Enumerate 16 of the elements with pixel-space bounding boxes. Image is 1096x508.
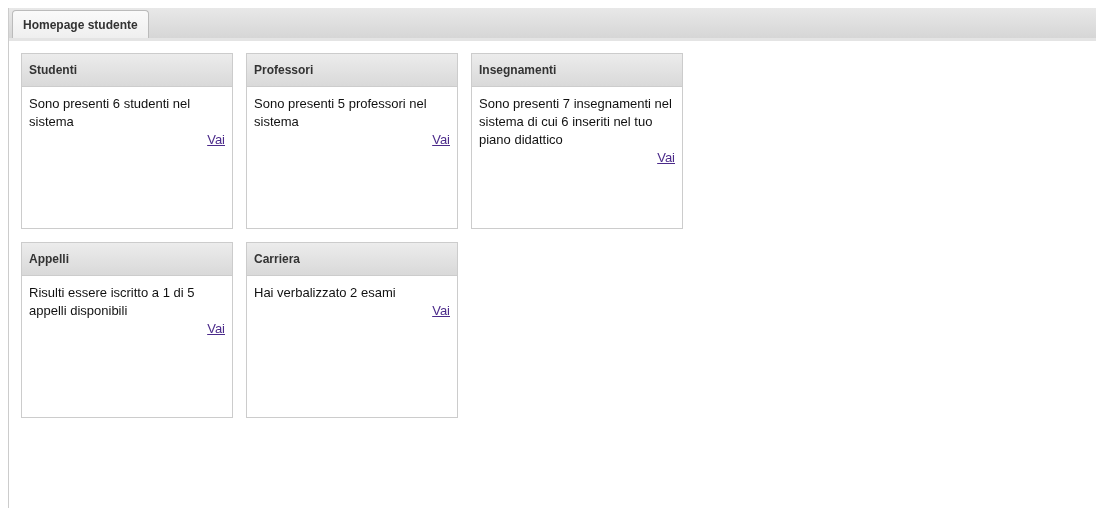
panel-title: Insegnamenti: [472, 54, 682, 87]
panel-text: Sono presenti 5 professori nel sistema: [254, 95, 428, 131]
panel-title: Professori: [247, 54, 457, 87]
go-link[interactable]: Vai: [432, 132, 450, 147]
go-link[interactable]: Vai: [207, 321, 225, 336]
panel-text: Sono presenti 6 studenti nel sistema: [29, 95, 192, 131]
panel-title: Studenti: [22, 54, 232, 87]
panel-title: Appelli: [22, 243, 232, 276]
go-link[interactable]: Vai: [432, 303, 450, 318]
panel-text: Hai verbalizzato 2 esami: [254, 284, 397, 302]
panel-title: Carriera: [247, 243, 457, 276]
panel-text: Risulti essere iscritto a 1 di 5 appelli disponibili: [29, 284, 196, 320]
panel-text: Sono presenti 7 insegnamenti nel sistema di cui 6 inseriti nel tuo piano didattico: [479, 95, 673, 149]
tab[interactable]: Homepage studente: [12, 10, 149, 38]
go-link[interactable]: Vai: [657, 150, 675, 165]
go-link[interactable]: Vai: [207, 132, 225, 147]
